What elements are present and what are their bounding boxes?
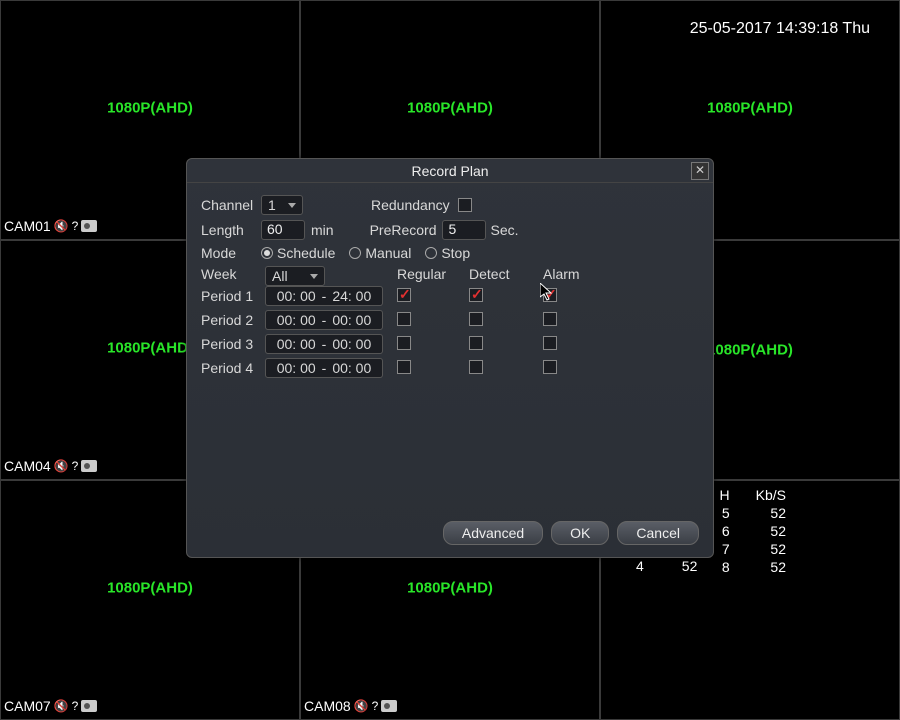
stats-cell: 52 — [744, 523, 798, 539]
mode-stop-label: Stop — [441, 245, 470, 261]
mode-manual-label: Manual — [365, 245, 411, 261]
period-row: Period 400: 00-00: 00 — [201, 358, 699, 378]
camera-icon[interactable] — [81, 700, 97, 712]
col-regular: Regular — [397, 266, 469, 286]
stats-cell: 52 — [744, 541, 798, 557]
mode-schedule-radio[interactable] — [261, 247, 273, 259]
mode-label: Mode — [201, 245, 261, 261]
week-label: Week — [201, 266, 265, 286]
record-plan-dialog: Record Plan ✕ Channel 1 Redundancy Lengt… — [186, 158, 714, 558]
resolution-label: 1080P(AHD) — [407, 100, 493, 117]
period-detect-checkbox[interactable] — [469, 288, 483, 302]
help-icon[interactable]: ? — [372, 699, 379, 713]
stats-cell: 52 — [744, 505, 798, 521]
period-time[interactable]: 00: 00-00: 00 — [265, 334, 383, 354]
resolution-label: 1080P(AHD) — [107, 340, 193, 357]
period-regular-checkbox[interactable] — [397, 288, 411, 302]
period-time[interactable]: 00: 00-24: 00 — [265, 286, 383, 306]
resolution-label: 1080P(AHD) — [707, 342, 793, 359]
period-regular-checkbox[interactable] — [397, 336, 411, 350]
mode-schedule-label: Schedule — [277, 245, 335, 261]
period-detect-checkbox[interactable] — [469, 336, 483, 350]
resolution-label: 1080P(AHD) — [107, 100, 193, 117]
stats-head-kbs: Kb/S — [744, 487, 798, 503]
ok-button[interactable]: OK — [551, 521, 609, 545]
prerecord-unit: Sec. — [490, 222, 518, 238]
length-unit: min — [311, 222, 334, 238]
stats-cell: 52 — [664, 558, 716, 574]
camera-id: CAM08 — [304, 698, 351, 714]
help-icon[interactable]: ? — [72, 219, 79, 233]
prerecord-input[interactable]: 5 — [442, 220, 486, 240]
close-button[interactable]: ✕ — [691, 162, 709, 180]
stats-cell: 52 — [744, 559, 798, 575]
prerecord-label: PreRecord — [370, 222, 437, 238]
period-detect-checkbox[interactable] — [469, 360, 483, 374]
period-regular-checkbox[interactable] — [397, 360, 411, 374]
redundancy-label: Redundancy — [371, 197, 450, 213]
speaker-mute-icon[interactable]: 🔇 — [54, 459, 69, 473]
help-icon[interactable]: ? — [72, 699, 79, 713]
period-label: Period 4 — [201, 360, 265, 376]
period-alarm-checkbox[interactable] — [543, 288, 557, 302]
advanced-button[interactable]: Advanced — [443, 521, 543, 545]
camera-icon[interactable] — [81, 220, 97, 232]
channel-value: 1 — [268, 197, 276, 213]
mode-stop-radio[interactable] — [425, 247, 437, 259]
camera-id: CAM01 — [4, 218, 51, 234]
period-row: Period 100: 00-24: 00 — [201, 286, 699, 306]
camera-label: CAM04 🔇 ? — [4, 458, 97, 474]
chevron-down-icon — [310, 274, 318, 279]
camera-id: CAM07 — [4, 698, 51, 714]
period-time[interactable]: 00: 00-00: 00 — [265, 310, 383, 330]
redundancy-checkbox[interactable] — [458, 198, 472, 212]
stats-extra: 452 — [616, 556, 717, 576]
speaker-mute-icon[interactable]: 🔇 — [54, 699, 69, 713]
period-label: Period 1 — [201, 288, 265, 304]
speaker-mute-icon[interactable]: 🔇 — [54, 219, 69, 233]
chevron-down-icon — [288, 203, 296, 208]
period-label: Period 3 — [201, 336, 265, 352]
period-alarm-checkbox[interactable] — [543, 312, 557, 326]
camera-label: CAM07 🔇 ? — [4, 698, 97, 714]
length-input[interactable]: 60 — [261, 220, 305, 240]
period-label: Period 2 — [201, 312, 265, 328]
period-alarm-checkbox[interactable] — [543, 336, 557, 350]
resolution-label: 1080P(AHD) — [407, 580, 493, 597]
dialog-titlebar[interactable]: Record Plan ✕ — [187, 159, 713, 183]
week-select[interactable]: All — [265, 266, 325, 286]
cancel-button[interactable]: Cancel — [617, 521, 699, 545]
speaker-mute-icon[interactable]: 🔇 — [354, 699, 369, 713]
resolution-label: 1080P(AHD) — [107, 580, 193, 597]
help-icon[interactable]: ? — [72, 459, 79, 473]
stats-panel: HKb/S 552 652 752 852 — [706, 485, 800, 577]
period-detect-checkbox[interactable] — [469, 312, 483, 326]
period-time[interactable]: 00: 00-00: 00 — [265, 358, 383, 378]
period-row: Period 200: 00-00: 00 — [201, 310, 699, 330]
week-value: All — [272, 268, 288, 284]
resolution-label: 1080P(AHD) — [707, 100, 793, 117]
dialog-title: Record Plan — [411, 163, 488, 179]
camera-label: CAM01 🔇 ? — [4, 218, 97, 234]
length-label: Length — [201, 222, 261, 238]
camera-icon[interactable] — [381, 700, 397, 712]
period-row: Period 300: 00-00: 00 — [201, 334, 699, 354]
col-detect: Detect — [469, 266, 543, 286]
period-regular-checkbox[interactable] — [397, 312, 411, 326]
channel-select[interactable]: 1 — [261, 195, 303, 215]
timestamp: 25-05-2017 14:39:18 Thu — [690, 20, 870, 38]
mode-manual-radio[interactable] — [349, 247, 361, 259]
camera-label: CAM08 🔇 ? — [304, 698, 397, 714]
col-alarm: Alarm — [543, 266, 603, 286]
period-alarm-checkbox[interactable] — [543, 360, 557, 374]
camera-icon[interactable] — [81, 460, 97, 472]
channel-label: Channel — [201, 197, 261, 213]
camera-id: CAM04 — [4, 458, 51, 474]
stats-cell: 4 — [618, 558, 662, 574]
